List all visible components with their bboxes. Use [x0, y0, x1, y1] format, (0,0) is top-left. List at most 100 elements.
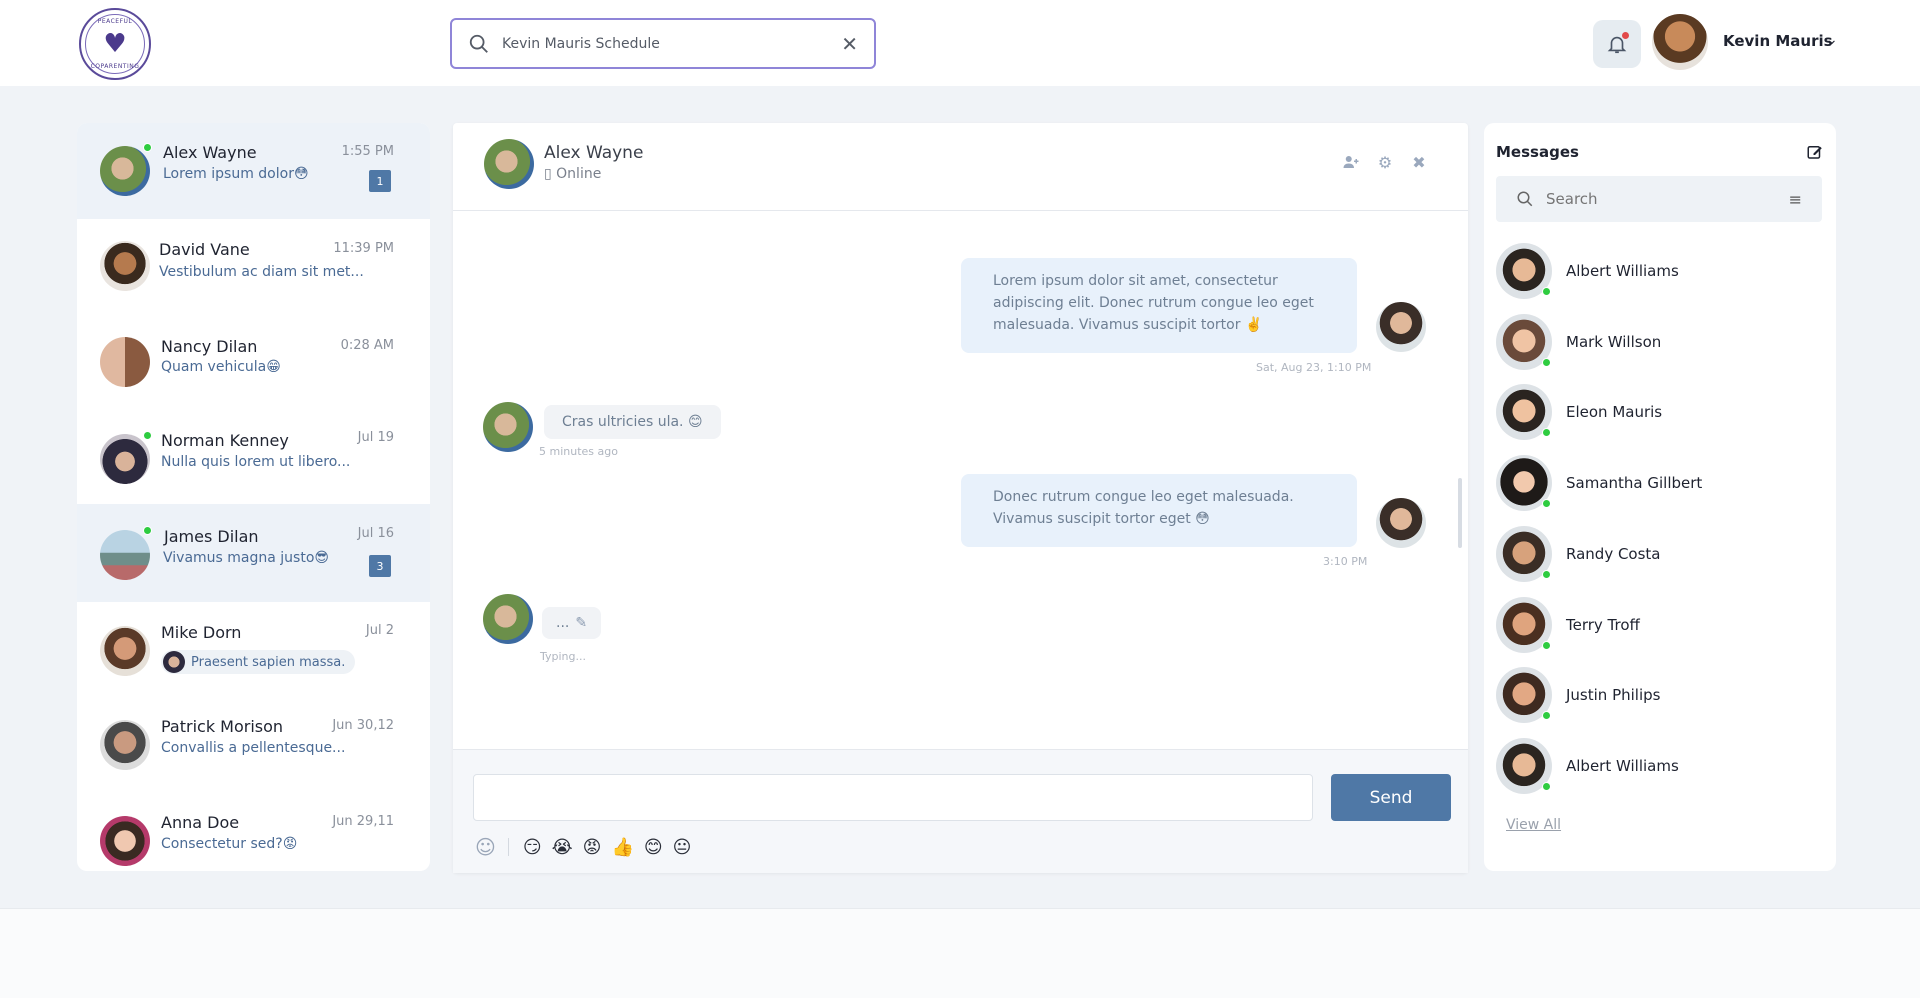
online-indicator — [1542, 358, 1551, 367]
avatar — [100, 816, 150, 866]
filter-icon[interactable]: ≡ — [1789, 190, 1802, 209]
emoji-thumbs-up[interactable]: 👍 — [611, 837, 633, 858]
pencil-icon: ✎ — [575, 615, 588, 631]
message-bubble-outgoing: Lorem ipsum dolor sit amet, consectetur … — [961, 258, 1357, 353]
add-user-icon[interactable] — [1342, 153, 1360, 171]
conversation-item[interactable]: Patrick Morison Convallis a pellentesque… — [77, 699, 430, 795]
contact-name: Terry Troff — [1566, 616, 1640, 634]
emoji-bar: ☺ 😏 😭 😡 👍 😊 😐 — [475, 835, 701, 859]
conversation-item[interactable]: Anna Doe Consectetur sed?😡 Jun 29,11 — [77, 795, 430, 871]
avatar — [100, 434, 150, 484]
online-indicator — [1542, 782, 1551, 791]
message-bubble-incoming: Cras ultricies ula. 😊 — [544, 405, 721, 439]
chat-header-actions: ⚙ ✖ — [1342, 153, 1428, 172]
logo-heart-icon: ♥ — [103, 29, 127, 59]
avatar — [1496, 243, 1552, 299]
typing-dots: ... — [556, 615, 570, 631]
message-time: Sat, Aug 23, 1:10 PM — [1256, 361, 1372, 374]
send-button[interactable]: Send — [1331, 774, 1451, 821]
conversation-preview: Lorem ipsum dolor😳 — [163, 166, 309, 182]
conversation-item[interactable]: Alex Wayne Lorem ipsum dolor😳 1:55 PM 1 — [77, 123, 430, 219]
message-avatar — [1376, 302, 1426, 352]
user-avatar[interactable] — [1652, 14, 1708, 70]
online-indicator — [1542, 499, 1551, 508]
contacts-search-box[interactable]: ≡ — [1496, 176, 1822, 222]
conversation-name: Norman Kenney — [161, 431, 289, 450]
contact-item[interactable]: Mark Willson — [1496, 313, 1822, 371]
contact-item[interactable]: Samantha Gillbert — [1496, 454, 1822, 512]
emoji-neutral[interactable]: 😐 — [673, 837, 692, 858]
global-search-box[interactable]: ✕ — [450, 18, 876, 69]
message-avatar — [483, 402, 533, 452]
messages-sidebar: Messages ≡ Albert Williams Mark Willson … — [1484, 123, 1836, 871]
conversation-item[interactable]: Norman Kenney Nulla quis lorem ut libero… — [77, 412, 430, 508]
gear-icon[interactable]: ⚙ — [1376, 153, 1394, 172]
conversation-name: Anna Doe — [161, 813, 240, 832]
message-composer: Send ☺ 😏 😭 😡 👍 😊 😐 — [453, 749, 1468, 873]
conversation-preview: Praesent sapien massa. — [191, 654, 346, 670]
contact-item[interactable]: Eleon Mauris — [1496, 383, 1822, 441]
view-all-link[interactable]: View All — [1506, 817, 1561, 833]
contacts-search-input[interactable] — [1546, 190, 1789, 208]
contact-item[interactable]: Albert Williams — [1496, 242, 1822, 300]
online-indicator — [1542, 428, 1551, 437]
avatar — [1496, 455, 1552, 511]
conversation-preview: Vestibulum ac diam sit met... — [159, 264, 364, 280]
contact-item[interactable]: Randy Costa — [1496, 525, 1822, 583]
divider — [507, 838, 509, 856]
emoji-smile[interactable]: 😊 — [644, 837, 663, 858]
contact-name: Eleon Mauris — [1566, 403, 1663, 421]
search-icon — [469, 34, 488, 53]
conversation-name: Patrick Morison — [161, 717, 284, 736]
conversation-preview: Vivamus magna justo😎 — [163, 550, 329, 566]
chat-contact-status: ▯ Online — [544, 166, 602, 182]
avatar — [1496, 597, 1552, 653]
conversation-item[interactable]: Mike Dorn Praesent sapien massa. Jul 2 — [77, 602, 430, 698]
online-indicator — [1542, 711, 1551, 720]
emoji-picker-icon[interactable]: ☺ — [475, 835, 496, 859]
user-name[interactable]: Kevin Mauris — [1723, 32, 1833, 50]
emoji-angry[interactable]: 😡 — [583, 837, 602, 858]
message-input[interactable] — [473, 774, 1313, 821]
contact-item[interactable]: Terry Troff — [1496, 596, 1822, 654]
conversation-name: David Vane — [159, 240, 250, 259]
online-indicator — [143, 143, 152, 152]
conversation-name: Nancy Dilan — [161, 337, 258, 356]
clear-search-icon[interactable]: ✕ — [841, 32, 858, 56]
status-text: Online — [556, 166, 602, 182]
conversation-preview: Nulla quis lorem ut libero... — [161, 454, 351, 470]
contact-item[interactable]: Albert Williams — [1496, 737, 1822, 795]
close-icon[interactable]: ✖ — [1410, 153, 1428, 172]
typing-bubble: ... ✎ — [542, 607, 602, 639]
footer-area — [0, 908, 1920, 998]
emoji-smirk[interactable]: 😏 — [523, 837, 542, 858]
conversation-item[interactable]: Nancy Dilan Quam vehicula😁 0:28 AM — [77, 316, 430, 412]
contact-name: Randy Costa — [1566, 545, 1661, 563]
message-text: Cras ultricies ula. 😊 — [562, 414, 703, 430]
conversation-list: Alex Wayne Lorem ipsum dolor😳 1:55 PM 1 … — [77, 123, 430, 871]
messages-title: Messages — [1496, 143, 1579, 161]
conversation-preview: Quam vehicula😁 — [161, 359, 281, 375]
notifications-button[interactable] — [1593, 20, 1641, 68]
chevron-down-icon[interactable]: ⌄ — [1826, 32, 1838, 48]
unread-badge: 3 — [369, 555, 391, 577]
message-time: 3:10 PM — [1323, 555, 1368, 568]
chat-contact-name: Alex Wayne — [544, 143, 644, 163]
app-logo[interactable]: PEACEFUL ♥ COPARENTING — [79, 8, 151, 80]
conversation-item[interactable]: David Vane Vestibulum ac diam sit met...… — [77, 219, 430, 315]
chat-header: Alex Wayne ▯ Online ⚙ ✖ — [453, 123, 1468, 211]
avatar — [100, 720, 150, 770]
compose-icon[interactable] — [1806, 143, 1824, 165]
avatar — [100, 530, 150, 580]
avatar — [1496, 738, 1552, 794]
chat-scrollbar[interactable] — [1458, 478, 1462, 548]
message-text: Lorem ipsum dolor sit amet, consectetur … — [993, 273, 1314, 333]
conversation-item[interactable]: James Dilan Vivamus magna justo😎 Jul 16 … — [77, 504, 430, 602]
avatar — [1496, 384, 1552, 440]
unread-badge: 1 — [369, 170, 391, 192]
global-search-input[interactable] — [502, 35, 842, 52]
contact-item[interactable]: Justin Philips — [1496, 666, 1822, 724]
message-bubble-outgoing: Donec rutrum congue leo eget malesuada. … — [961, 474, 1357, 547]
avatar — [100, 146, 150, 196]
emoji-crying[interactable]: 😭 — [552, 837, 573, 858]
